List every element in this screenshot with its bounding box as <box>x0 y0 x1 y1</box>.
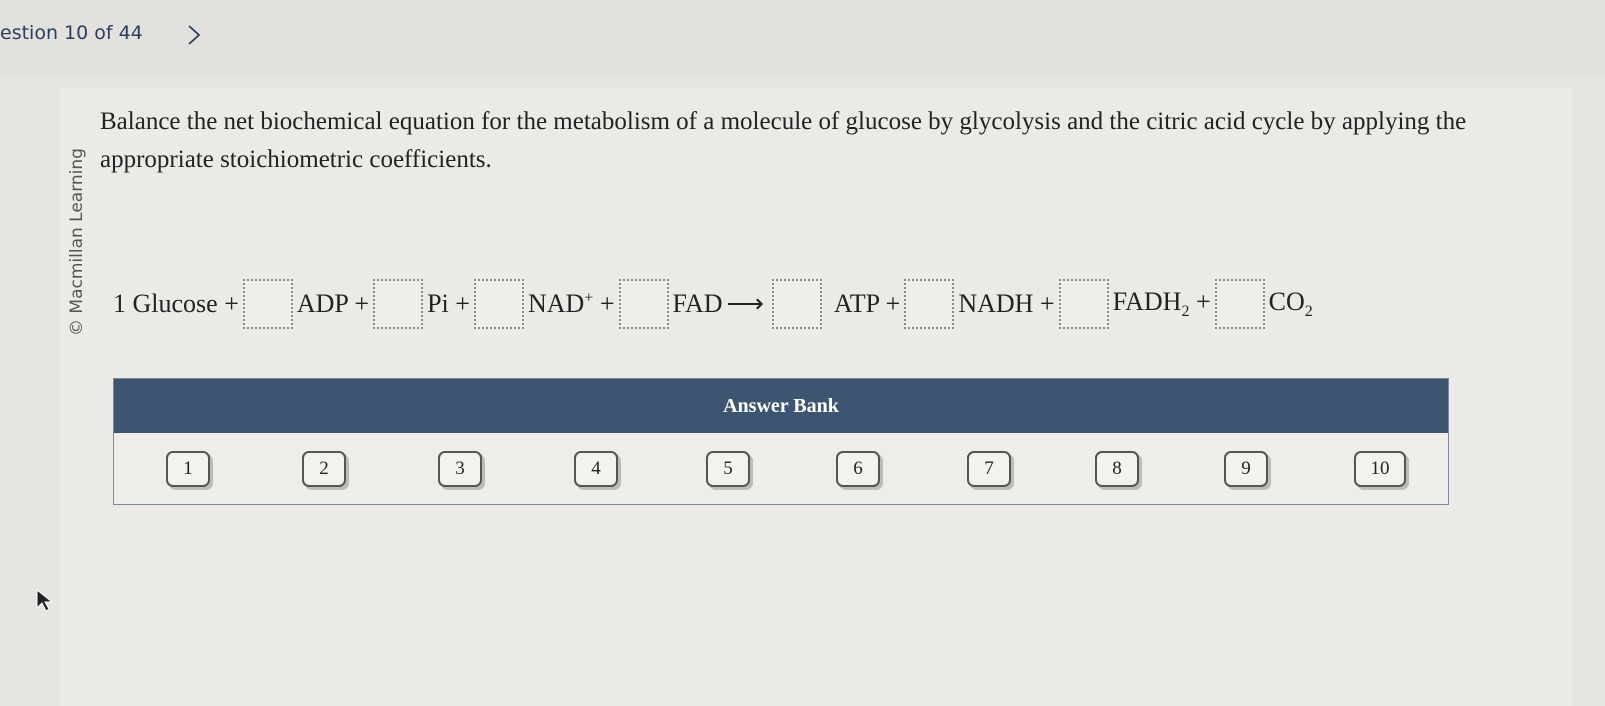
chemical-equation: 1 Glucose + ADP + Pi + NAD+ + FAD ⟶ ATP … <box>113 276 1503 332</box>
mouse-pointer-icon <box>36 589 54 612</box>
term-atp: ATP + <box>833 289 901 318</box>
term-nadh: NADH + <box>958 289 1055 318</box>
drop-slot-pi[interactable] <box>373 279 424 329</box>
term-pi: Pi + <box>427 289 470 318</box>
answer-tile-1[interactable]: 1 <box>166 451 210 487</box>
term-fad: FAD <box>672 289 723 318</box>
drop-slot-fad[interactable] <box>618 279 669 329</box>
answer-bank-tiles: 1 2 3 4 5 6 7 8 9 10 <box>114 433 1448 505</box>
chevron-right-icon <box>188 25 201 45</box>
answer-bank: Answer Bank 1 2 3 4 5 6 7 8 9 10 <box>113 378 1449 505</box>
term-co2: CO2 <box>1268 286 1313 321</box>
answer-tile-7[interactable]: 7 <box>967 451 1011 487</box>
answer-tile-2[interactable]: 2 <box>302 451 346 487</box>
answer-tile-8[interactable]: 8 <box>1095 451 1139 487</box>
answer-tile-10[interactable]: 10 <box>1354 451 1406 487</box>
answer-tile-5[interactable]: 5 <box>706 451 750 487</box>
term-nad: NAD+ + <box>527 289 615 318</box>
term-glucose: 1 Glucose + <box>113 289 239 318</box>
question-counter: estion 10 of 44 <box>0 22 143 44</box>
answer-bank-header: Answer Bank <box>114 379 1448 433</box>
answer-tile-4[interactable]: 4 <box>574 451 618 487</box>
drop-slot-adp[interactable] <box>242 279 293 329</box>
question-prompt: Balance the net biochemical equation for… <box>100 108 1467 173</box>
answer-tile-3[interactable]: 3 <box>438 451 482 487</box>
drop-slot-co2[interactable] <box>1214 279 1265 329</box>
reaction-arrow: ⟶ <box>726 289 764 318</box>
term-adp: ADP + <box>296 289 370 318</box>
drop-slot-nad[interactable] <box>473 279 524 329</box>
drop-slot-atp[interactable] <box>771 279 822 329</box>
drop-slot-nadh[interactable] <box>904 279 955 329</box>
term-fadh2: FADH2 + <box>1112 286 1211 321</box>
answer-tile-6[interactable]: 6 <box>836 451 880 487</box>
drop-slot-fadh2[interactable] <box>1058 279 1109 329</box>
next-question-button[interactable] <box>180 20 208 50</box>
copyright-credit: © Macmillan Learning <box>67 148 87 336</box>
top-bar: estion 10 of 44 <box>0 0 1605 78</box>
answer-tile-9[interactable]: 9 <box>1224 451 1268 487</box>
